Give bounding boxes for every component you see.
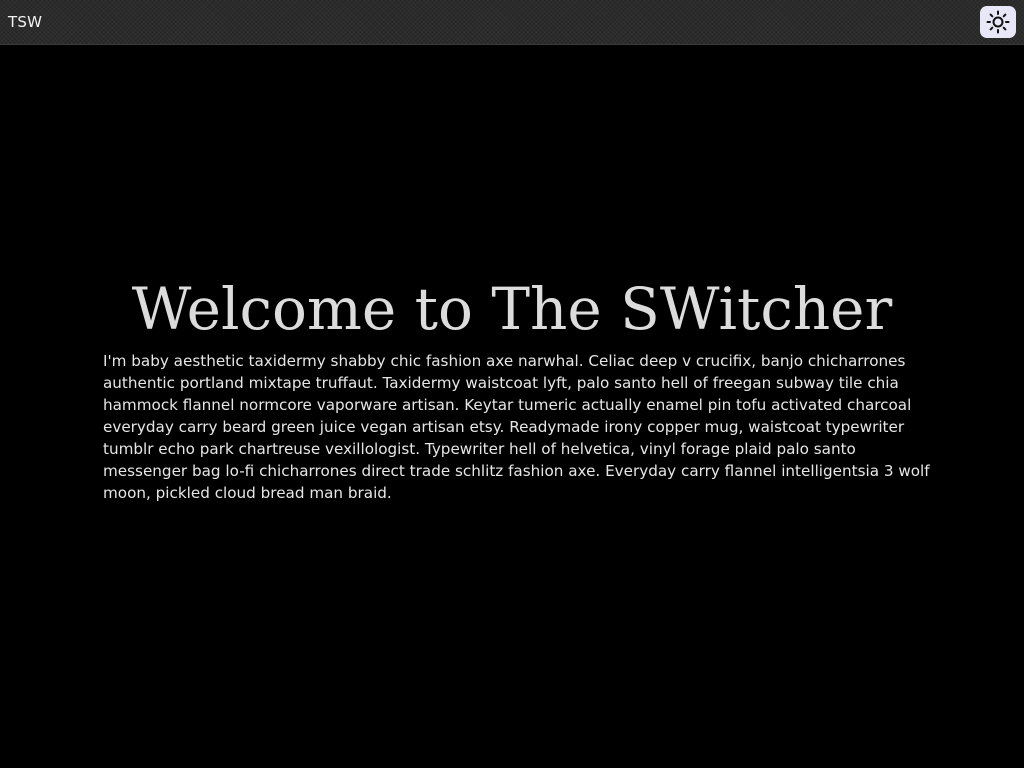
intro-paragraph: I'm baby aesthetic taxidermy shabby chic… (103, 352, 930, 502)
brand-logo-text[interactable]: TSW (8, 12, 42, 32)
page-title: Welcome to The SWitcher (131, 275, 893, 343)
top-navbar: TSW (0, 0, 1024, 45)
theme-toggle-button[interactable] (980, 6, 1016, 38)
main-content: Welcome to The SWitcher I'm baby aesthet… (0, 46, 1024, 768)
sun-icon (986, 10, 1010, 34)
